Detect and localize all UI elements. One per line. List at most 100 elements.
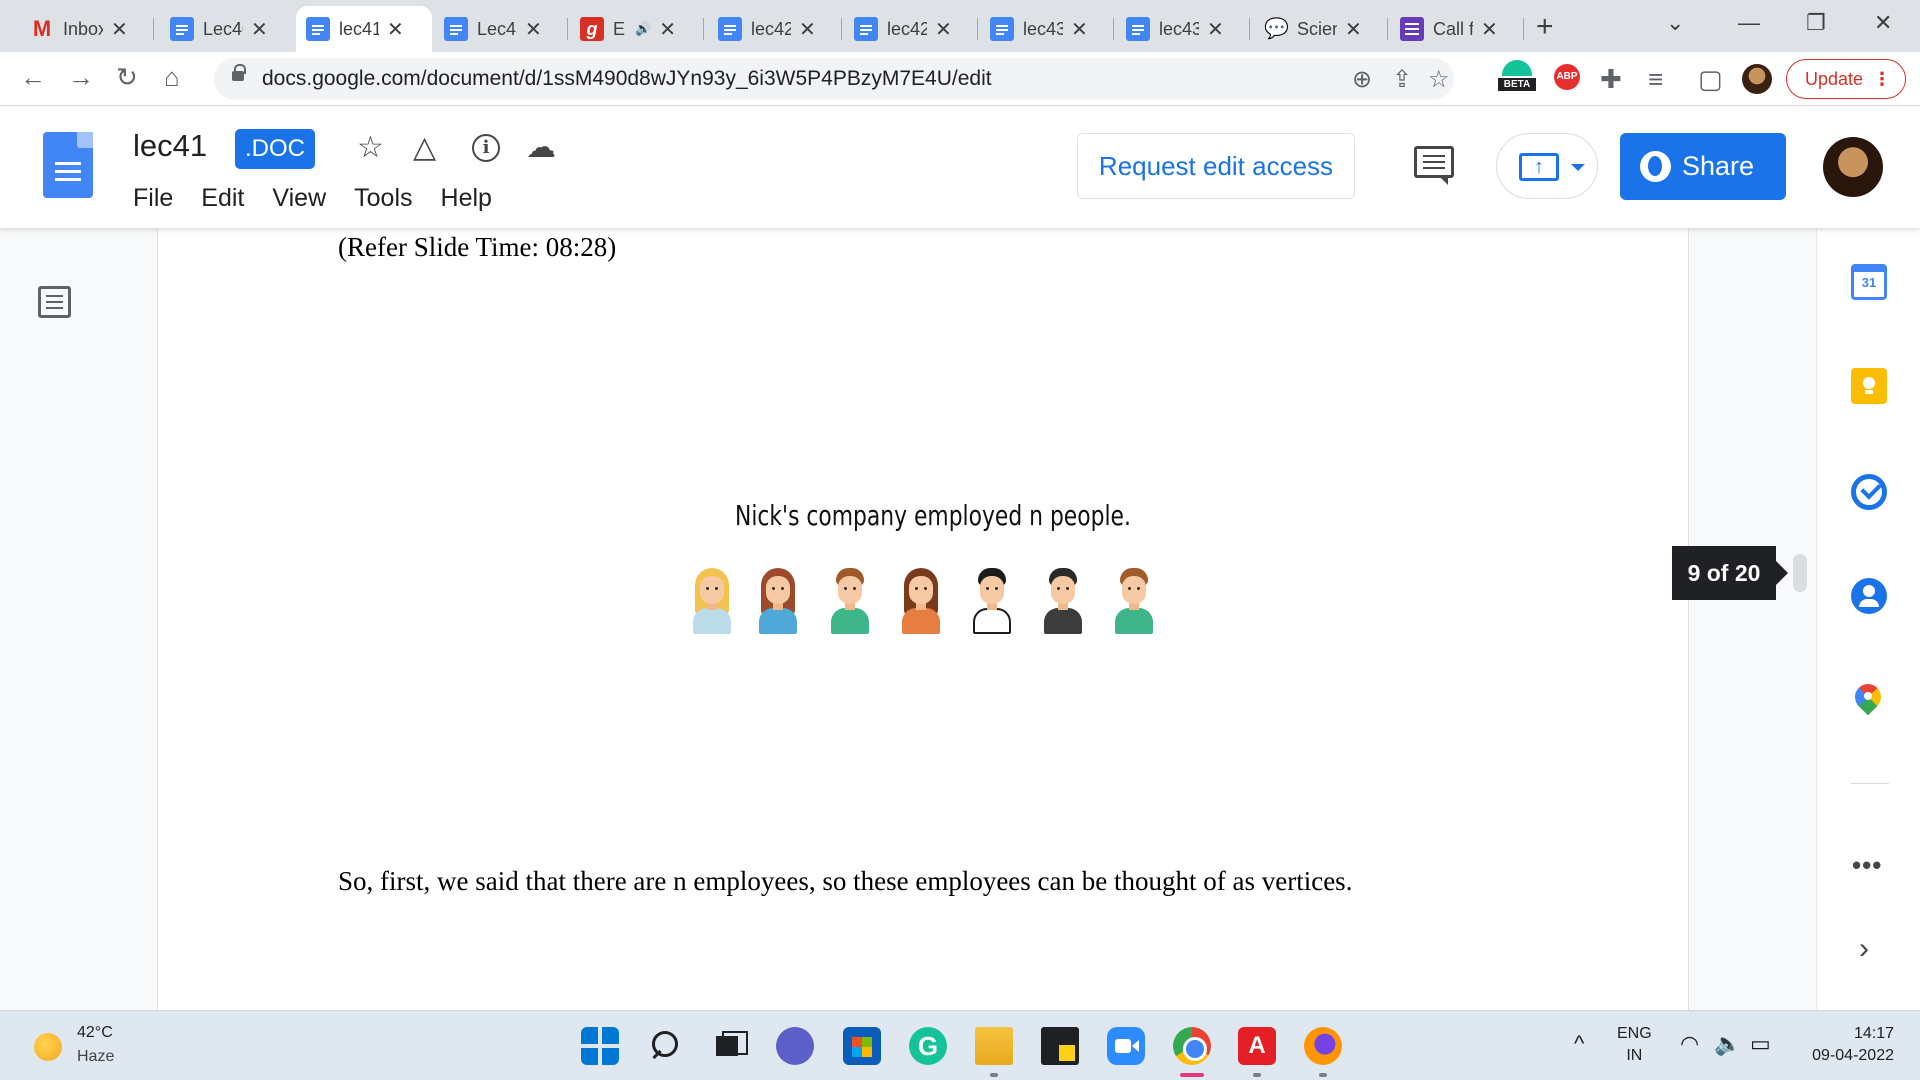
update-button[interactable]: Update ⋮ xyxy=(1786,59,1906,99)
browser-tab[interactable]: Lec40 ✕ xyxy=(160,6,294,52)
present-button[interactable]: ↑ xyxy=(1496,133,1598,199)
restore-icon[interactable]: ❐ xyxy=(1806,10,1826,36)
zoom-icon[interactable] xyxy=(1107,1027,1145,1065)
show-hidden-icons-chevron-icon[interactable]: ^ xyxy=(1574,1031,1584,1057)
acrobat-icon[interactable] xyxy=(1238,1027,1276,1065)
close-tab-icon[interactable]: ✕ xyxy=(659,17,676,42)
weather-condition[interactable]: Haze xyxy=(77,1048,114,1066)
microsoft-store-icon[interactable] xyxy=(843,1027,881,1065)
close-tab-icon[interactable]: ✕ xyxy=(251,17,268,42)
tab-search-icon[interactable]: ⌄ xyxy=(1666,10,1684,36)
browser-tab[interactable]: lec42 ✕ xyxy=(844,6,978,52)
close-tab-icon[interactable]: ✕ xyxy=(1071,17,1088,42)
document-outline-icon[interactable] xyxy=(38,286,71,318)
audio-playing-icon[interactable]: 🔊 xyxy=(635,21,651,37)
share-button[interactable]: Share xyxy=(1620,133,1786,200)
grammarly-extension-icon[interactable]: BETA xyxy=(1498,60,1536,96)
menu-file[interactable]: File xyxy=(133,184,173,213)
share-label: Share xyxy=(1682,151,1755,181)
refer-slide-time-text: (Refer Slide Time: 08:28) xyxy=(338,232,617,262)
teams-chat-icon[interactable] xyxy=(776,1027,814,1065)
file-explorer-icon[interactable] xyxy=(975,1027,1013,1065)
volume-icon[interactable]: 🔈 xyxy=(1714,1031,1741,1057)
grammarly-app-icon[interactable]: G xyxy=(909,1027,947,1065)
browser-tab[interactable]: g E 🔊 ✕ xyxy=(570,6,704,52)
calendar-icon[interactable]: 31 xyxy=(1851,264,1887,300)
cloud-status-icon[interactable]: ☁ xyxy=(526,130,556,165)
new-tab-button[interactable]: + xyxy=(1536,10,1554,44)
bookmark-star-icon[interactable]: ☆ xyxy=(1428,65,1450,94)
language-code: ENG xyxy=(1617,1025,1652,1042)
close-tab-icon[interactable]: ✕ xyxy=(387,17,404,42)
zoom-icon[interactable]: ⊕ xyxy=(1352,65,1372,94)
sticky-notes-icon[interactable] xyxy=(1041,1027,1079,1065)
tab-separator xyxy=(1523,18,1524,40)
maps-icon[interactable] xyxy=(1855,684,1883,720)
close-tab-icon[interactable]: ✕ xyxy=(935,17,952,42)
side-panel-icon[interactable]: ▢ xyxy=(1698,64,1723,95)
adblock-extension-icon[interactable]: ABP xyxy=(1554,64,1580,90)
browser-tab[interactable]: Lec4 ✕ xyxy=(434,6,568,52)
chevron-right-icon[interactable]: › xyxy=(1859,932,1869,966)
docs-logo-icon[interactable] xyxy=(43,132,93,198)
language-indicator[interactable]: ENG IN xyxy=(1617,1023,1652,1067)
browser-tab[interactable]: lec42 ✕ xyxy=(708,6,842,52)
home-icon[interactable]: ⌂ xyxy=(164,62,180,93)
keep-icon[interactable] xyxy=(1851,368,1887,404)
search-icon[interactable] xyxy=(646,1027,684,1065)
close-tab-icon[interactable]: ✕ xyxy=(1345,17,1362,42)
task-view-icon[interactable] xyxy=(710,1027,748,1065)
browser-tab[interactable]: M Inbox ✕ xyxy=(20,6,154,52)
menu-tools[interactable]: Tools xyxy=(354,184,412,213)
person-body xyxy=(902,608,940,634)
minimize-icon[interactable]: — xyxy=(1738,10,1760,36)
address-bar[interactable]: docs.google.com/document/d/1ssM490d8wJYn… xyxy=(214,58,1454,100)
reload-icon[interactable]: ↻ xyxy=(116,62,138,93)
close-window-icon[interactable]: ✕ xyxy=(1874,10,1892,36)
forward-icon[interactable]: → xyxy=(68,62,94,93)
move-to-drive-icon[interactable]: △ xyxy=(413,130,436,165)
menu-help[interactable]: Help xyxy=(441,184,492,213)
browser-tab[interactable]: 💬 Scien ✕ xyxy=(1254,6,1388,52)
person-avatar-icon xyxy=(829,568,871,634)
system-clock[interactable]: 14:17 09-04-2022 xyxy=(1796,1023,1894,1067)
back-icon[interactable]: ← xyxy=(20,62,46,93)
close-tab-icon[interactable]: ✕ xyxy=(525,17,542,42)
close-tab-icon[interactable]: ✕ xyxy=(111,17,128,42)
document-title[interactable]: lec41 xyxy=(133,128,207,164)
lock-icon[interactable] xyxy=(232,64,246,81)
browser-tab[interactable]: lec43 ✕ xyxy=(1116,6,1250,52)
battery-icon[interactable]: ▭ xyxy=(1750,1031,1771,1057)
menu-view[interactable]: View xyxy=(272,184,326,213)
start-windows-icon[interactable] xyxy=(581,1027,619,1065)
person-body xyxy=(973,608,1011,634)
tab-label: Lec4 xyxy=(477,18,517,39)
close-tab-icon[interactable]: ✕ xyxy=(799,17,816,42)
contacts-icon[interactable] xyxy=(1851,578,1887,614)
chrome-icon[interactable] xyxy=(1173,1027,1211,1065)
scrollbar-thumb[interactable] xyxy=(1793,554,1807,592)
share-page-icon[interactable]: ⇪ xyxy=(1392,65,1412,94)
browser-tab[interactable]: Call f ✕ xyxy=(1390,6,1524,52)
close-tab-icon[interactable]: ✕ xyxy=(1481,17,1498,42)
account-avatar[interactable] xyxy=(1823,137,1883,197)
more-addons-icon[interactable]: ••• xyxy=(1852,850,1882,881)
tasks-icon[interactable] xyxy=(1851,474,1887,510)
close-tab-icon[interactable]: ✕ xyxy=(1207,17,1224,42)
firefox-icon[interactable] xyxy=(1304,1027,1342,1065)
comment-history-icon[interactable] xyxy=(1414,146,1454,185)
person-face xyxy=(766,576,790,604)
temperature[interactable]: 42°C xyxy=(77,1024,113,1042)
star-icon[interactable]: ☆ xyxy=(357,130,384,165)
info-icon[interactable]: i xyxy=(472,134,500,162)
browser-tab[interactable]: lec41 ✕ xyxy=(296,6,432,52)
browser-profile-avatar[interactable] xyxy=(1742,64,1772,94)
url-text[interactable]: docs.google.com/document/d/1ssM490d8wJYn… xyxy=(262,67,992,91)
weather-sun-icon[interactable] xyxy=(34,1033,62,1061)
request-edit-access-button[interactable]: Request edit access xyxy=(1077,133,1355,199)
reading-list-icon[interactable]: ≡ xyxy=(1648,64,1663,95)
wifi-icon[interactable]: ◠ xyxy=(1680,1031,1699,1057)
extensions-puzzle-icon[interactable]: ✚ xyxy=(1600,64,1622,95)
menu-edit[interactable]: Edit xyxy=(201,184,244,213)
browser-tab[interactable]: lec43 ✕ xyxy=(980,6,1114,52)
